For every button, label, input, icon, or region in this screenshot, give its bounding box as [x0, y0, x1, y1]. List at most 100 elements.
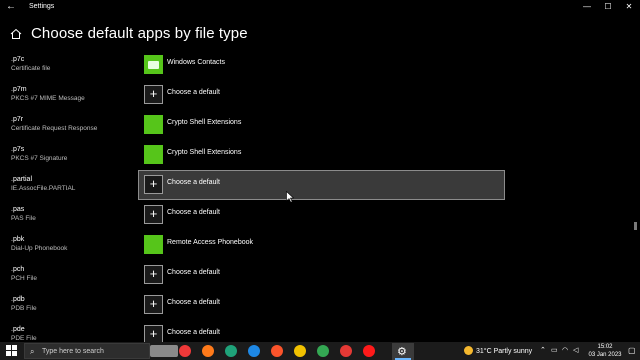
minimize-button[interactable]: — [576, 2, 598, 14]
youtube-icon[interactable] [363, 345, 375, 357]
default-app-name: Choose a default [167, 329, 220, 336]
notifications-icon[interactable]: ▢ [628, 346, 636, 355]
default-app-button[interactable]: Windows Contacts [138, 50, 505, 80]
file-type-description: PKCS #7 Signature [11, 155, 68, 162]
file-extension: .pbk [11, 236, 25, 243]
file-type-row: .pde PDE File + Choose a default [0, 320, 640, 342]
taskbar: ⌕ Type here to search ⚙ 31°C Partly sunn… [0, 342, 640, 360]
file-extension: .p7c [11, 56, 25, 63]
file-extension: .p7s [11, 146, 25, 153]
file-extension: .p7r [11, 116, 24, 123]
plus-icon: + [144, 175, 163, 194]
show-hidden-icons-chevron-icon[interactable]: ⌃ [540, 346, 546, 354]
clock-date: 03 Jan 2023 [588, 352, 622, 358]
file-type-description: PKCS #7 MIME Message [11, 95, 85, 102]
file-type-row: .pas PAS File + Choose a default [0, 200, 640, 230]
default-app-name: Crypto Shell Extensions [167, 119, 242, 126]
file-type-row: .p7c Certificate file Windows Contacts [0, 50, 640, 80]
crypto-shell-icon [144, 115, 163, 134]
home-icon[interactable] [10, 28, 22, 40]
file-extension: .pch [11, 266, 25, 273]
vivaldi-icon[interactable] [179, 345, 191, 357]
plus-icon: + [144, 85, 163, 104]
file-type-description: PAS File [11, 215, 36, 222]
red-app-icon[interactable] [340, 345, 352, 357]
gear-icon: ⚙ [397, 346, 407, 358]
default-app-name: Remote Access Phonebook [167, 239, 253, 246]
file-extension: .pas [11, 206, 25, 213]
file-extension: .partial [11, 176, 33, 183]
file-type-description: IE.AssocFile.PARTIAL [11, 185, 76, 192]
default-app-name: Crypto Shell Extensions [167, 149, 242, 156]
scrollbar-thumb[interactable] [634, 222, 637, 230]
default-app-name: Choose a default [167, 89, 220, 96]
crypto-shell-icon [144, 145, 163, 164]
plus-icon: + [144, 325, 163, 342]
back-arrow-icon[interactable]: ← [6, 1, 16, 12]
default-app-button[interactable]: + Choose a default [138, 80, 505, 110]
file-type-description: Dial-Up Phonebook [11, 245, 68, 252]
phonebook-icon [144, 235, 163, 254]
file-type-description: PDB File [11, 305, 37, 312]
file-type-description: Certificate file [11, 65, 51, 72]
yellow-browser-icon[interactable] [294, 345, 306, 357]
file-type-row: .p7s PKCS #7 Signature Crypto Shell Extens… [0, 140, 640, 170]
chrome-icon[interactable] [317, 345, 329, 357]
windows-start-icon[interactable] [6, 345, 17, 356]
default-app-name: Windows Contacts [167, 59, 225, 66]
file-type-description: PDE File [11, 335, 37, 342]
file-extension: .pdb [11, 296, 25, 303]
default-app-name: Choose a default [167, 179, 220, 186]
weather-text: 31°C Partly sunny [476, 348, 533, 355]
file-type-row: .p7r Certificate Request Response Crypto S… [0, 110, 640, 140]
file-type-row: .p7m PKCS #7 MIME Message + Choose a defaul… [0, 80, 640, 110]
file-extension: .p7m [11, 86, 27, 93]
contacts-icon [144, 55, 163, 74]
search-placeholder: Type here to search [42, 348, 104, 355]
brave-icon[interactable] [271, 345, 283, 357]
scrollbar[interactable] [634, 50, 637, 342]
network-icon[interactable]: ▭ [551, 346, 558, 354]
weather-widget[interactable]: 31°C Partly sunny [464, 346, 532, 355]
default-app-button[interactable]: + Choose a default [138, 290, 505, 320]
file-type-row: .pch PCH File + Choose a default [0, 260, 640, 290]
title-bar: ← Settings — ☐ ✕ [0, 0, 640, 16]
close-button[interactable]: ✕ [618, 2, 640, 14]
file-type-description: Certificate Request Response [11, 125, 98, 132]
partly-sunny-icon [464, 346, 473, 355]
system-clock[interactable]: 15:02 03 Jan 2023 [585, 343, 625, 359]
volume-icon[interactable]: ◁ [573, 346, 578, 354]
default-app-name: Choose a default [167, 209, 220, 216]
plus-icon: + [144, 205, 163, 224]
edge-dev-icon[interactable] [225, 345, 237, 357]
search-icon: ⌕ [30, 347, 35, 356]
taskbar-thumbnail-icon[interactable] [150, 345, 178, 357]
file-type-row: .pdb PDB File + Choose a default [0, 290, 640, 320]
default-app-button[interactable]: Remote Access Phonebook [138, 230, 505, 260]
window-title: Settings [29, 3, 55, 10]
default-app-button[interactable]: Crypto Shell Extensions [138, 110, 505, 140]
plus-icon: + [144, 295, 163, 314]
mouse-cursor-icon [286, 191, 294, 203]
taskbar-search-box[interactable]: ⌕ Type here to search [24, 343, 150, 359]
clock-time: 15:02 [597, 344, 613, 350]
page-title: Choose default apps by file type [31, 25, 248, 42]
default-app-button[interactable]: + Choose a default [138, 170, 505, 200]
firefox-icon[interactable] [202, 345, 214, 357]
default-app-name: Choose a default [167, 269, 220, 276]
default-app-button[interactable]: + Choose a default [138, 260, 505, 290]
default-app-name: Choose a default [167, 299, 220, 306]
file-type-row: .partial IE.AssocFile.PARTIAL + Choose a de… [0, 170, 640, 200]
edge-icon[interactable] [248, 345, 260, 357]
wifi-icon[interactable]: ◠ [562, 346, 568, 354]
default-app-button[interactable]: + Choose a default [138, 200, 505, 230]
file-type-row: .pbk Dial-Up Phonebook Remote Access Phone… [0, 230, 640, 260]
plus-icon: + [144, 265, 163, 284]
file-type-description: PCH File [11, 275, 38, 282]
maximize-button[interactable]: ☐ [597, 2, 619, 14]
file-type-list: .p7c Certificate file Windows Contacts .p7m… [0, 50, 640, 342]
file-extension: .pde [11, 326, 25, 333]
default-app-button[interactable]: + Choose a default [138, 320, 505, 342]
default-app-button[interactable]: Crypto Shell Extensions [138, 140, 505, 170]
settings-taskbar-button[interactable]: ⚙ [392, 343, 414, 360]
